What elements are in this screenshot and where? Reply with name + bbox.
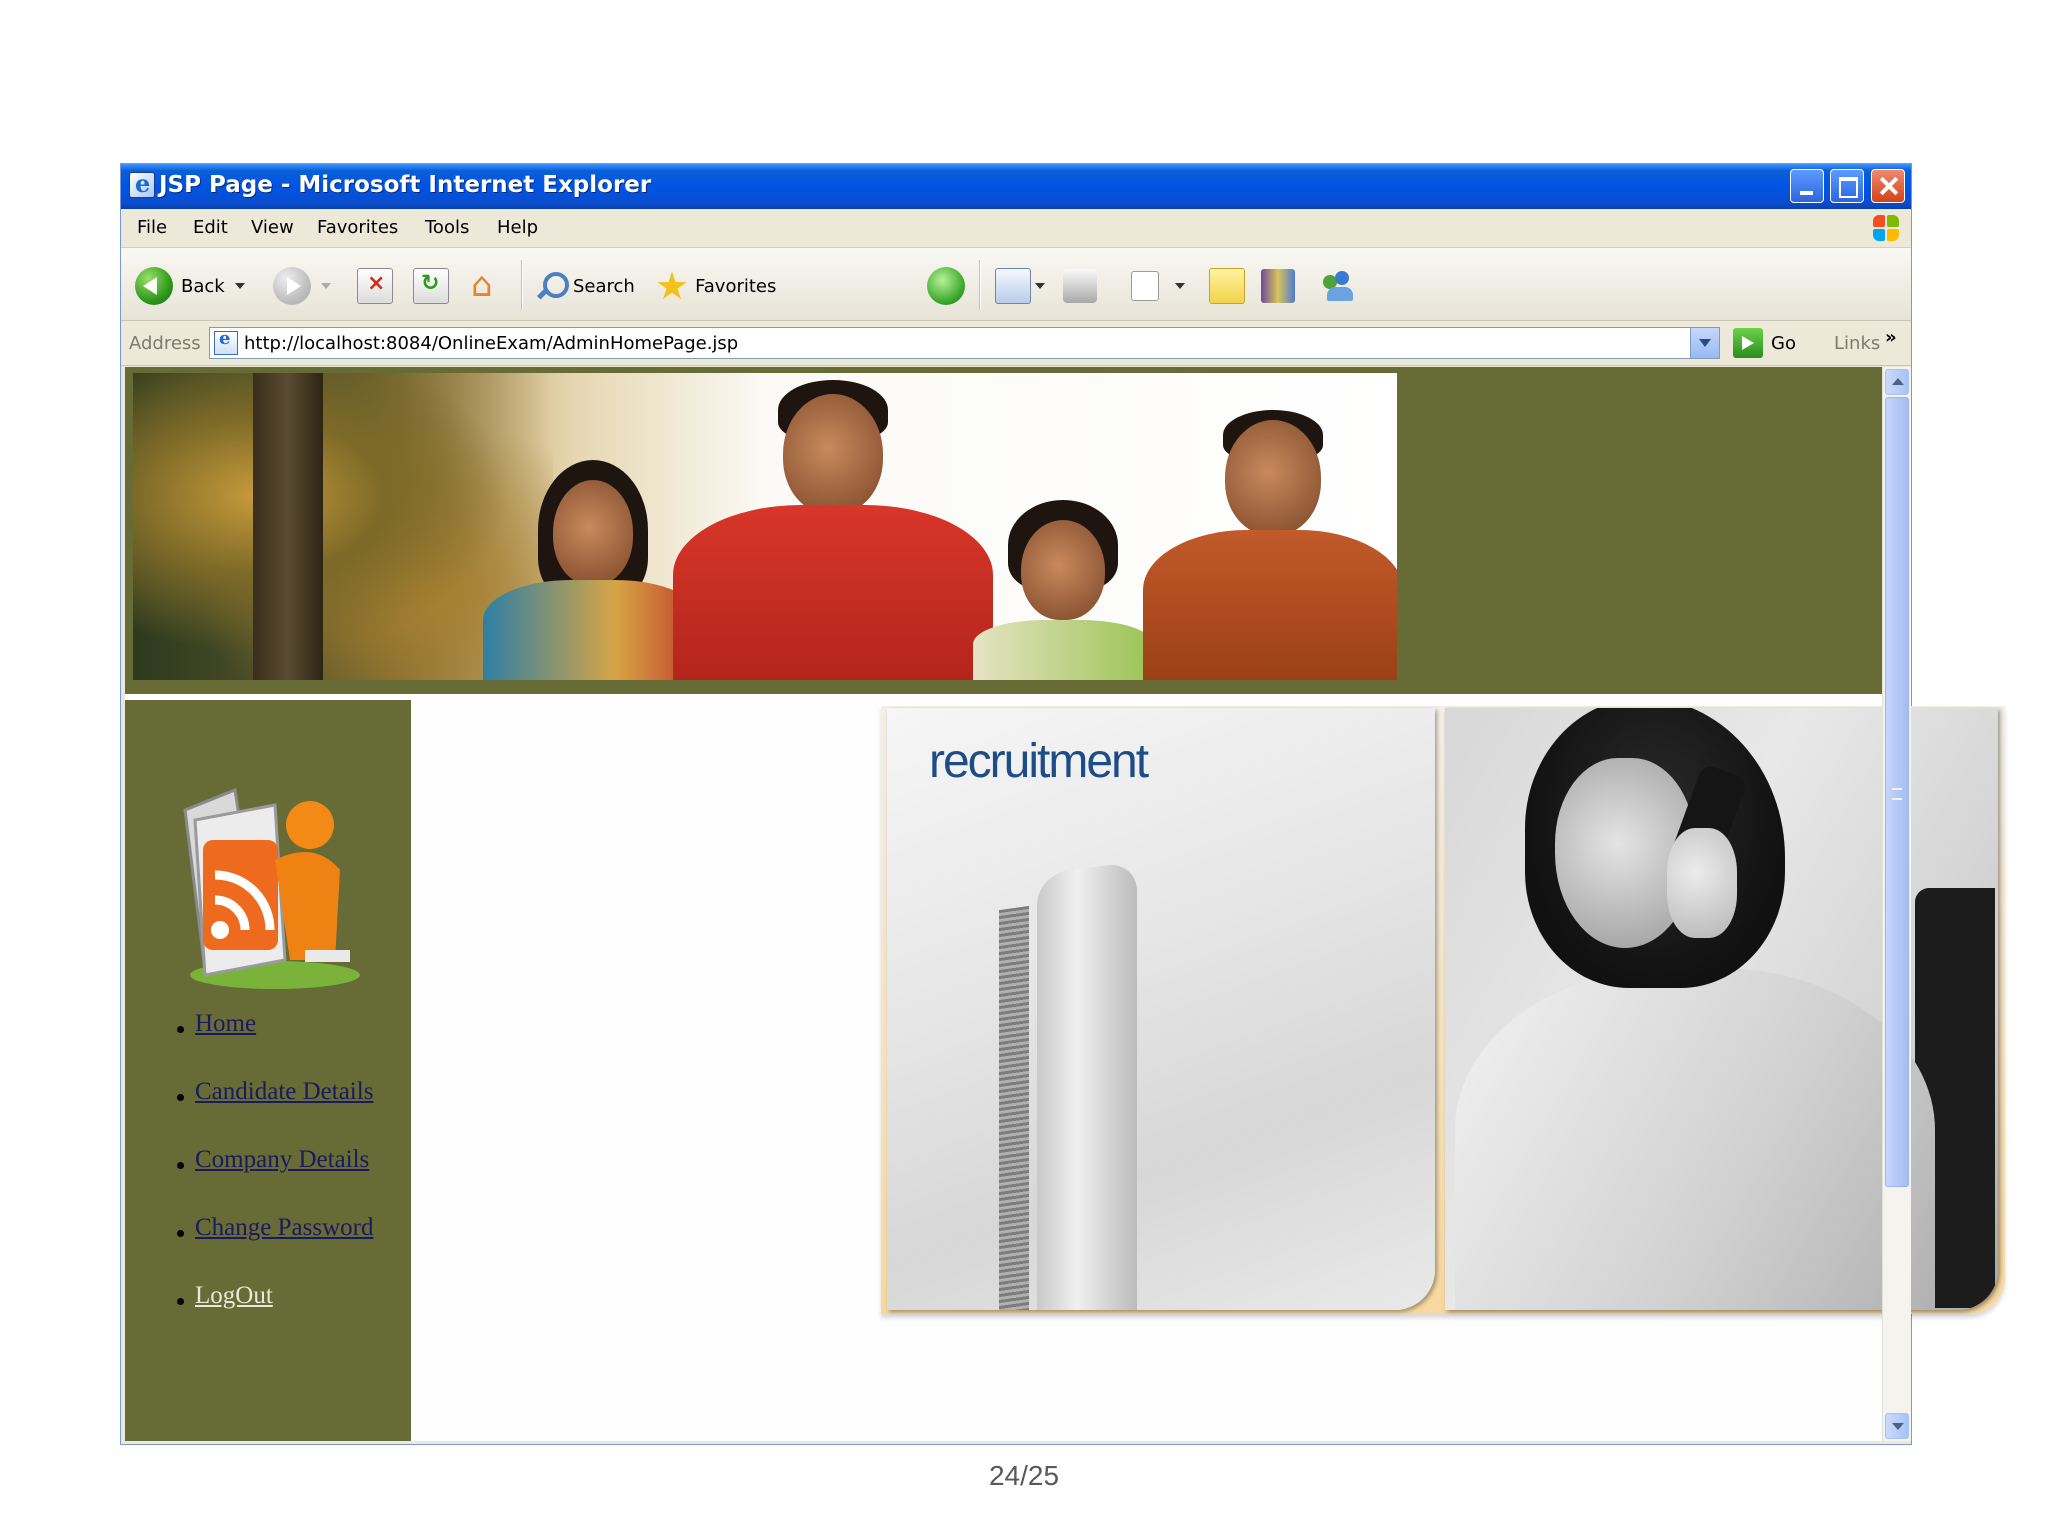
print-button[interactable]	[1063, 266, 1097, 306]
bullet	[177, 1026, 184, 1033]
menu-file[interactable]: File	[137, 217, 167, 238]
stop-icon: ×	[357, 268, 393, 304]
home-button[interactable]: ⌂	[469, 265, 503, 306]
mail-dropdown-icon[interactable]	[1035, 283, 1045, 289]
scroll-up-icon[interactable]	[1885, 369, 1909, 395]
vertical-scrollbar[interactable]	[1882, 367, 1911, 1441]
messenger-button[interactable]	[1321, 266, 1355, 306]
address-url: http://localhost:8084/OnlineExam/AdminHo…	[244, 333, 739, 354]
menu-view[interactable]: View	[251, 217, 294, 238]
forward-dropdown-icon[interactable]	[321, 283, 331, 289]
notes-button[interactable]	[1209, 266, 1245, 306]
page-viewport: Home Candidate Details Company Details C…	[125, 367, 2005, 1441]
research-button[interactable]	[1261, 266, 1295, 306]
close-icon[interactable]	[1871, 169, 1905, 203]
scroll-thumb[interactable]	[1885, 397, 1909, 1187]
menu-favorites[interactable]: Favorites	[317, 217, 398, 238]
print-icon	[1063, 269, 1097, 303]
toolbar-separator	[979, 260, 981, 310]
edit-dropdown-icon[interactable]	[1175, 283, 1185, 289]
go-arrow-icon[interactable]	[1733, 328, 1763, 358]
forward-button[interactable]	[273, 266, 331, 306]
search-button[interactable]: Search	[535, 266, 635, 306]
address-input[interactable]: e http://localhost:8084/OnlineExam/Admin…	[209, 327, 1720, 359]
banner-person-2	[673, 380, 993, 680]
scroll-down-icon[interactable]	[1885, 1413, 1909, 1439]
links-chevron-icon[interactable]: »	[1885, 327, 1897, 348]
recruitment-panel-left: recruitment	[887, 708, 1435, 1310]
research-icon	[1261, 269, 1295, 303]
monitor-grille	[999, 905, 1029, 1310]
home-icon: ⌂	[471, 265, 493, 305]
toolbar-separator	[521, 260, 523, 310]
stop-button[interactable]: ×	[357, 266, 393, 306]
monitor-illustration	[1037, 860, 1137, 1310]
sidebar: Home Candidate Details Company Details C…	[125, 700, 411, 1441]
banner-trunk	[253, 373, 323, 680]
nav-link-candidate-details[interactable]: Candidate Details	[195, 1078, 373, 1106]
nav-link-change-password[interactable]: Change Password	[195, 1214, 373, 1242]
bullet	[177, 1230, 184, 1237]
main-content: recruitment	[411, 700, 2005, 1441]
header-band	[125, 367, 1882, 694]
refresh-icon: ↻	[413, 268, 449, 304]
favorites-button[interactable]: ★ Favorites	[655, 266, 776, 306]
banner-image	[133, 373, 1397, 680]
recruitment-image: recruitment	[881, 706, 2005, 1314]
nav-link-logout[interactable]: LogOut	[195, 1282, 273, 1310]
menu-edit[interactable]: Edit	[193, 217, 228, 238]
forward-icon	[273, 267, 311, 305]
address-bar: Address e http://localhost:8084/OnlineEx…	[121, 321, 1911, 366]
recruitment-panel-right	[1445, 708, 1998, 1310]
page-icon: e	[214, 328, 238, 355]
back-label: Back	[181, 275, 225, 297]
menu-help[interactable]: Help	[497, 217, 538, 238]
bullet	[177, 1298, 184, 1305]
ie-icon	[129, 169, 155, 198]
nav-link-home[interactable]: Home	[195, 1010, 256, 1038]
back-button[interactable]: Back	[135, 266, 245, 306]
banner-person-4	[1133, 410, 1397, 680]
mail-button[interactable]	[995, 266, 1045, 306]
minimize-icon[interactable]	[1790, 169, 1824, 203]
woman-shirt	[1455, 968, 1935, 1310]
back-dropdown-icon[interactable]	[234, 283, 245, 289]
windows-logo-icon	[1871, 213, 1901, 243]
toolbar: Back × ↻ ⌂ Search ★ Favorites	[121, 248, 1911, 321]
nav-link-company-details[interactable]: Company Details	[195, 1146, 369, 1174]
history-icon	[927, 267, 965, 305]
search-label: Search	[573, 275, 635, 297]
rss-reader-icon	[183, 787, 360, 989]
menu-tools[interactable]: Tools	[425, 217, 469, 238]
mail-icon	[995, 268, 1031, 304]
favorites-label: Favorites	[695, 275, 777, 297]
edit-button[interactable]	[1131, 266, 1185, 306]
recruitment-title: recruitment	[929, 735, 1149, 788]
messenger-icon	[1321, 269, 1355, 303]
notes-icon	[1209, 268, 1245, 304]
back-icon	[135, 267, 173, 305]
search-icon	[535, 269, 569, 303]
address-dropdown-icon[interactable]	[1690, 328, 1719, 358]
edit-icon	[1131, 271, 1159, 301]
window-title: JSP Page - Microsoft Internet Explorer	[159, 172, 652, 198]
menu-bar: File Edit View Favorites Tools Help	[121, 209, 1911, 248]
favorites-star-icon: ★	[655, 264, 690, 308]
maximize-icon[interactable]	[1830, 169, 1864, 203]
links-label[interactable]: Links	[1834, 333, 1880, 354]
refresh-button[interactable]: ↻	[413, 266, 449, 306]
bullet	[177, 1162, 184, 1169]
go-button[interactable]: Go	[1771, 333, 1796, 354]
bullet	[177, 1094, 184, 1101]
title-bar[interactable]: JSP Page - Microsoft Internet Explorer	[121, 164, 1911, 209]
hand-illustration	[1667, 828, 1737, 938]
address-label: Address	[129, 333, 201, 354]
history-button[interactable]	[927, 266, 965, 306]
browser-window: JSP Page - Microsoft Internet Explorer F…	[120, 163, 2005, 1445]
slide-page-number: 24/25	[988, 1460, 1060, 1491]
